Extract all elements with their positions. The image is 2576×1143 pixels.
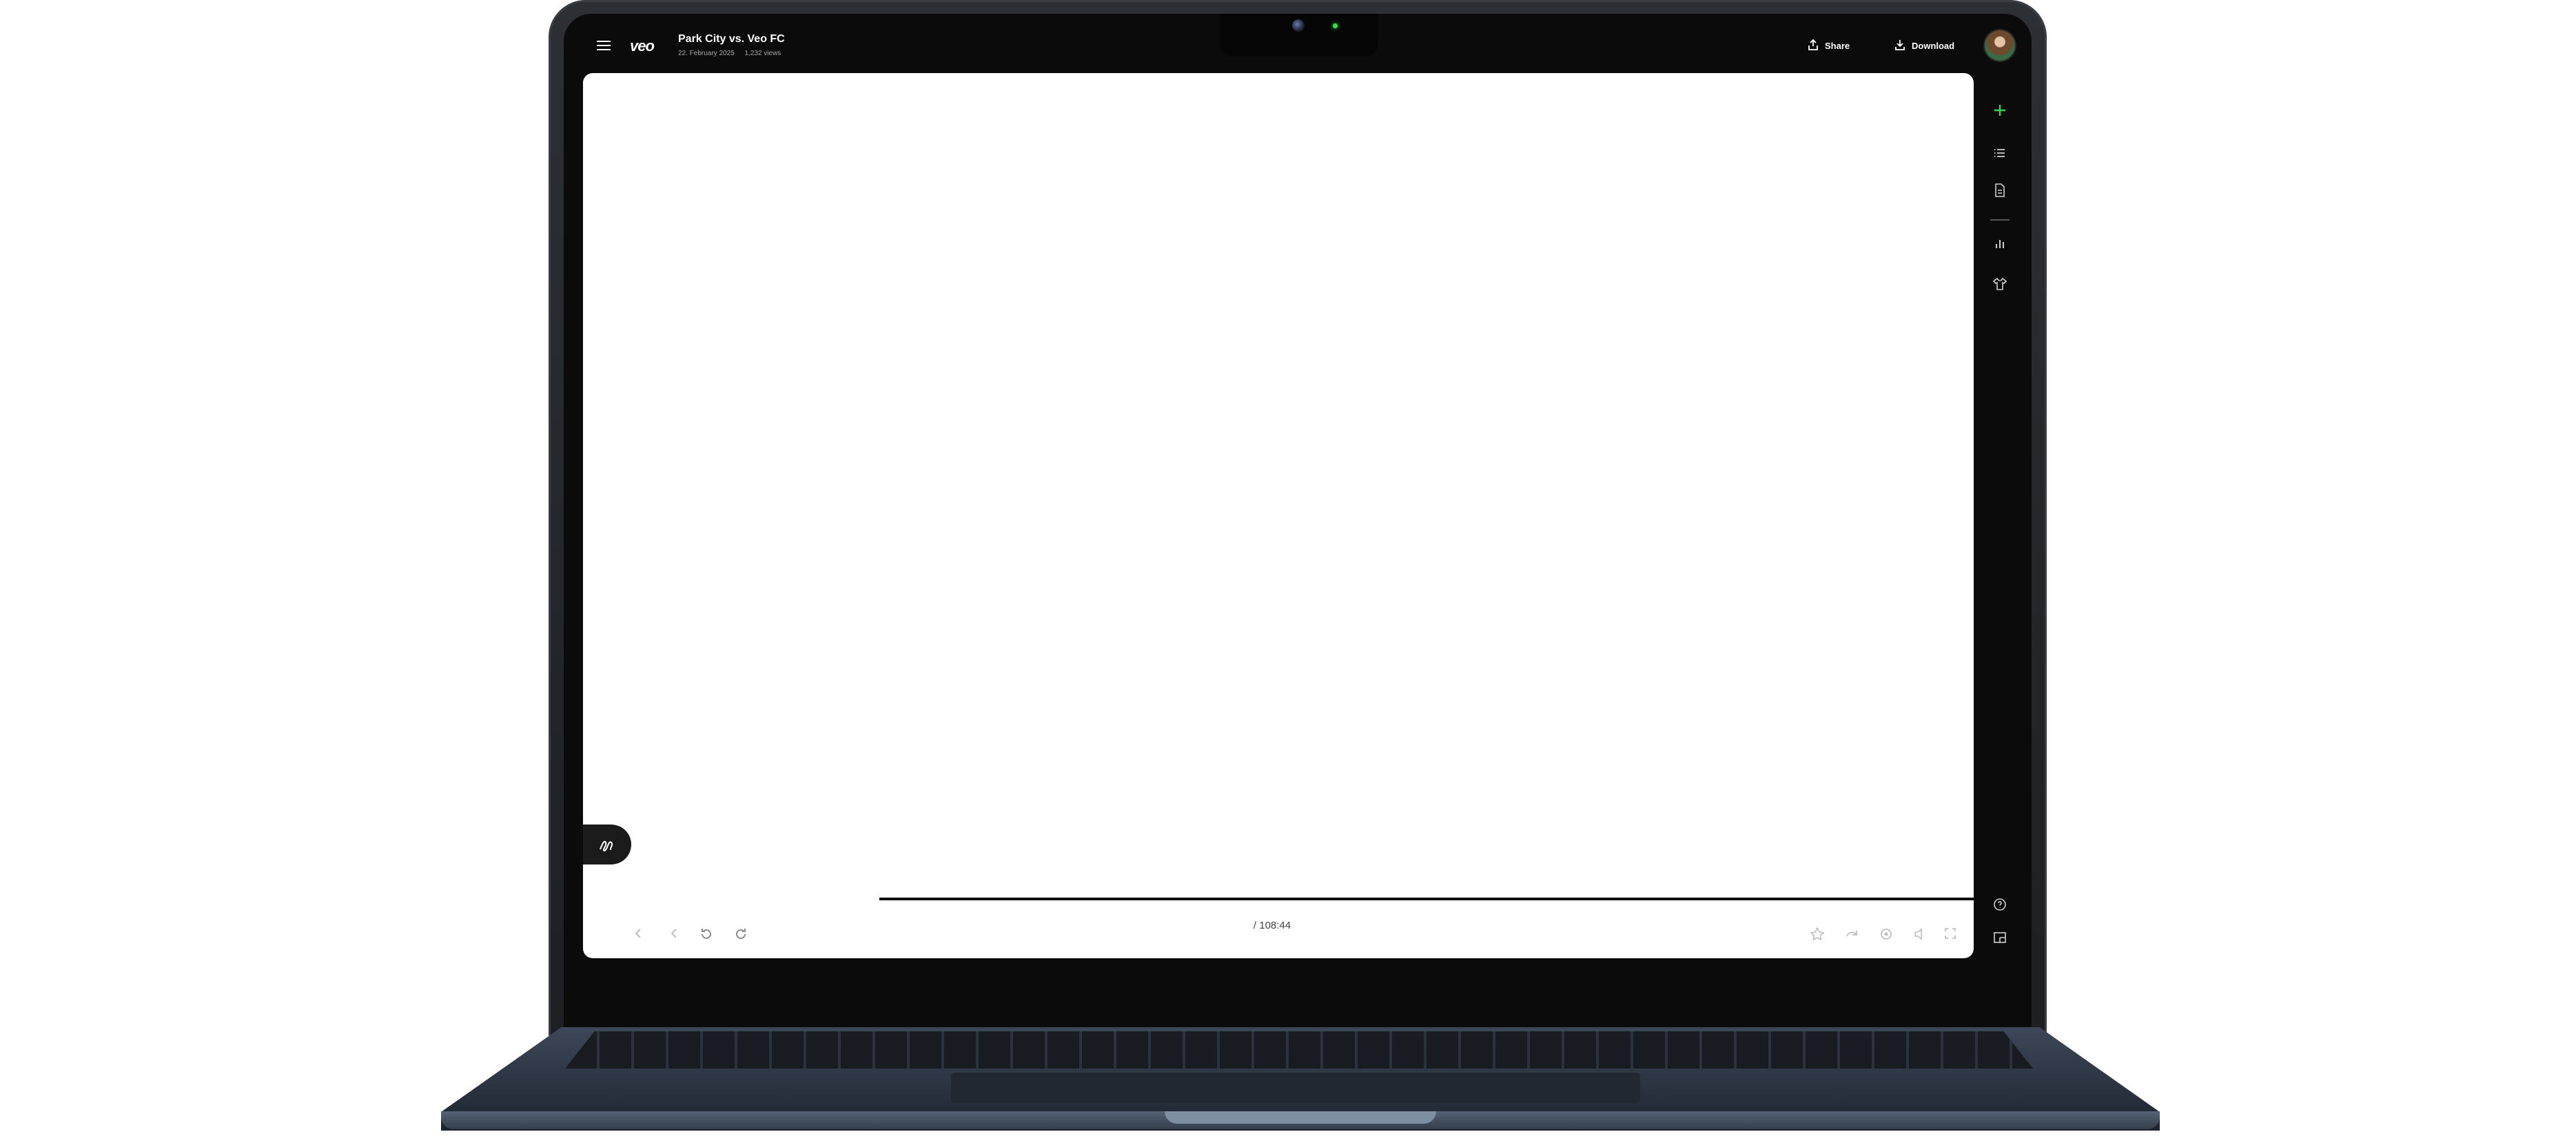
highlight-icon[interactable] [1810, 927, 1825, 945]
document-icon[interactable] [1992, 182, 2008, 199]
avatar[interactable] [1985, 30, 2015, 61]
right-sidebar [1979, 73, 2021, 958]
trackpad [951, 1073, 1640, 1103]
draw-icon [598, 836, 617, 853]
match-meta: 22. February 2025 1,232 views [678, 50, 789, 57]
fullscreen-icon[interactable] [1943, 927, 1957, 944]
play-back-icon[interactable] [667, 927, 681, 944]
lid-notch [1165, 1111, 1436, 1124]
plus-icon[interactable] [1992, 102, 2008, 119]
share-icon [1807, 39, 1819, 53]
menu-icon[interactable] [597, 40, 611, 51]
download-label: Download [1912, 40, 1955, 51]
layout-icon[interactable] [1992, 929, 2008, 946]
help-icon[interactable] [1992, 896, 2008, 913]
share-button[interactable]: Share [1807, 37, 1850, 54]
rewind-icon[interactable] [699, 927, 714, 945]
share-label: Share [1825, 40, 1850, 51]
progress-bar[interactable] [879, 898, 1974, 900]
view-count: 1,232 views [744, 50, 781, 57]
veo-logo[interactable]: veo [630, 37, 655, 55]
sidebar-divider [1990, 219, 2010, 221]
redo-icon[interactable] [1844, 927, 1859, 945]
screen-chin [564, 972, 2032, 1027]
page-title: Park City vs. Veo FC [678, 33, 785, 45]
bar-chart-icon[interactable] [1992, 236, 2008, 252]
settings-icon[interactable] [1879, 927, 1894, 945]
download-icon [1894, 39, 1906, 53]
match-date: 22. February 2025 [678, 50, 735, 57]
list-icon[interactable] [1992, 145, 2008, 161]
previous-icon[interactable] [631, 927, 645, 944]
app-header: veo Park City vs. Veo FC 22. February 20… [576, 21, 2019, 72]
time-display: / 108:44 [1253, 920, 1291, 931]
video-player[interactable]: / 108:44 [583, 73, 1974, 958]
draw-button[interactable] [583, 825, 631, 864]
jersey-icon[interactable] [1992, 276, 2008, 292]
forward-icon[interactable] [733, 927, 748, 945]
keyboard [565, 1031, 2033, 1069]
download-button[interactable]: Download [1894, 37, 1954, 54]
volume-icon[interactable] [1913, 927, 1928, 945]
